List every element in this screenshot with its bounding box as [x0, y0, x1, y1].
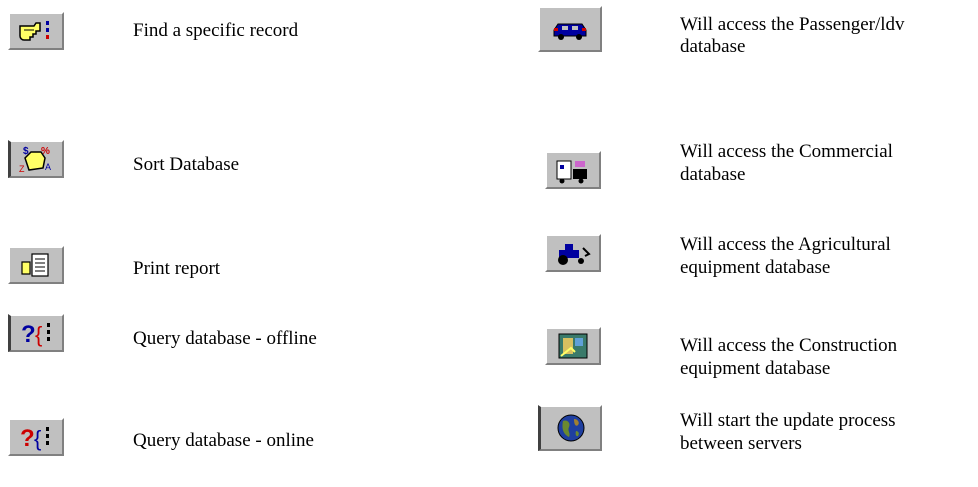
query-online-icon: ? { — [16, 422, 56, 452]
commercial-label-line1: Will access the Commercial — [680, 141, 893, 162]
query-offline-label: Query database - offline — [133, 328, 317, 349]
sort-database-button[interactable]: $ % A Z — [8, 140, 64, 178]
agricultural-label-line1: Will access the Agricultural — [680, 234, 891, 255]
car-icon — [550, 14, 590, 44]
svg-text:A: A — [45, 162, 51, 172]
update-servers-label-line2: between servers — [680, 433, 802, 454]
construction-label-line1: Will access the Construction — [680, 335, 898, 356]
truck-icon — [553, 155, 593, 185]
print-report-icon — [18, 250, 54, 280]
update-servers-button[interactable] — [538, 405, 602, 451]
query-online-label: Query database - online — [133, 430, 314, 451]
query-offline-icon: ? { — [17, 318, 57, 348]
print-report-label: Print report — [133, 258, 221, 279]
svg-text:Z: Z — [19, 164, 25, 174]
commercial-label-line2: database — [680, 164, 746, 185]
svg-text:{: { — [35, 322, 42, 347]
query-online-button[interactable]: ? { — [8, 418, 64, 456]
update-servers-label-line1: Will start the update process — [680, 410, 896, 431]
find-record-button[interactable] — [8, 12, 64, 50]
agricultural-label-line2: equipment database — [680, 257, 831, 278]
svg-text:?: ? — [20, 425, 35, 452]
svg-text:%: % — [41, 146, 50, 157]
commercial-button[interactable] — [545, 151, 601, 189]
globe-icon — [554, 411, 588, 445]
svg-text:{: { — [34, 426, 41, 451]
passenger-ldv-label-line2: database — [680, 36, 746, 57]
construction-icon — [553, 331, 593, 361]
construction-label-line2: equipment database — [680, 358, 831, 379]
svg-text:$: $ — [23, 146, 29, 157]
query-offline-button[interactable]: ? { — [8, 314, 64, 352]
pointing-hand-icon — [16, 17, 56, 45]
sort-database-label: Sort Database — [133, 154, 240, 175]
agricultural-button[interactable] — [545, 234, 601, 272]
svg-text:?: ? — [21, 321, 36, 348]
construction-button[interactable] — [545, 327, 601, 365]
find-record-label: Find a specific record — [133, 20, 299, 41]
print-report-button[interactable] — [8, 246, 64, 284]
sort-hand-icon: $ % A Z — [17, 144, 57, 174]
tractor-icon — [553, 238, 593, 268]
passenger-ldv-button[interactable] — [538, 6, 602, 52]
passenger-ldv-label-line1: Will access the Passenger/ldv — [680, 14, 905, 35]
